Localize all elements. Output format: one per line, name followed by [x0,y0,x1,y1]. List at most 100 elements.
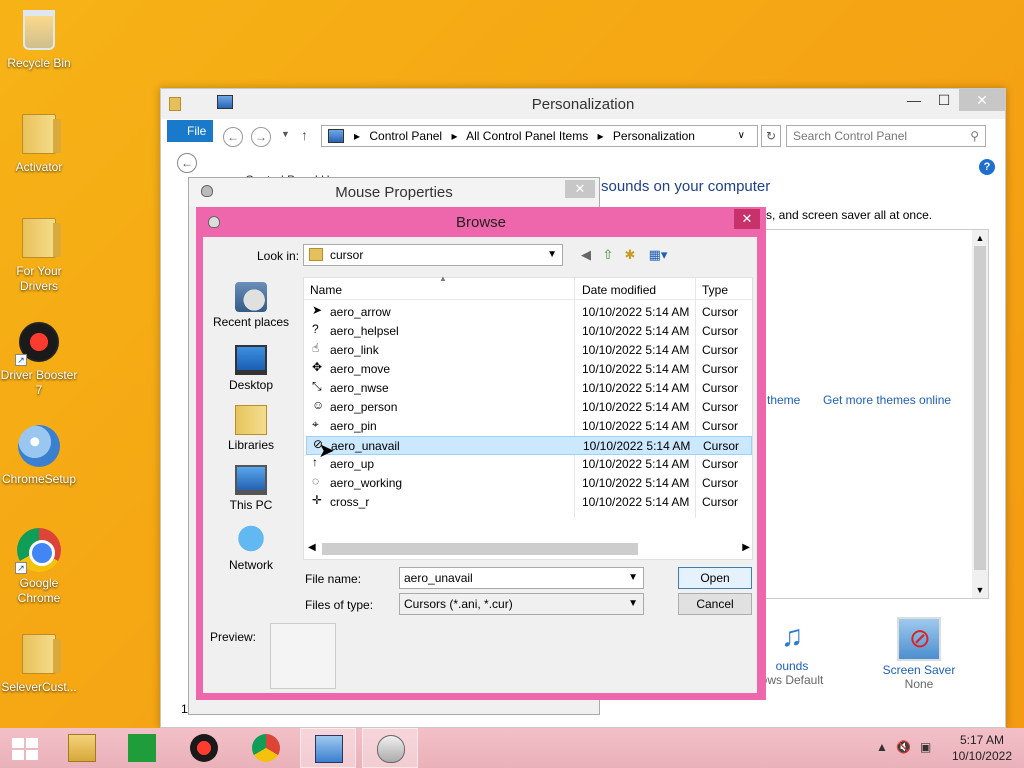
file-name: aero_helpsel [330,324,399,338]
file-row[interactable]: ✛ cross_r 10/10/2022 5:14 AM Cursor [306,493,752,512]
back-button[interactable]: ← [223,127,243,147]
title-bar[interactable]: Browse ✕ [196,207,766,237]
desktop-icon-google-chrome[interactable]: ↗ Google Chrome [0,528,78,606]
taskbar-driver-booster[interactable] [176,728,232,768]
taskbar-mouse-properties[interactable] [362,728,418,768]
column-name[interactable]: Name [310,283,342,297]
up-folder-icon[interactable]: ⇧ [599,247,617,263]
new-folder-icon[interactable]: ✱ [621,247,639,263]
file-row[interactable]: ⌖ aero_pin 10/10/2022 5:14 AM Cursor [306,417,752,436]
clock[interactable]: 5:17 AM 10/10/2022 [952,732,1012,764]
theme-link[interactable]: theme [767,393,800,407]
close-button[interactable]: ✕ [959,89,1005,111]
file-type: Cursor [702,400,739,414]
place-network[interactable]: Network [206,525,296,572]
breadcrumb-personalization[interactable]: Personalization [613,129,695,143]
taskbar-control-panel[interactable] [300,728,356,768]
place-recent[interactable]: Recent places [206,282,296,329]
forward-button[interactable]: → [251,127,271,147]
chevron-down-icon[interactable]: ▼ [628,568,638,588]
close-button[interactable]: ✕ [565,180,595,198]
taskbar-file-explorer[interactable] [54,728,110,768]
desktop-icon-recycle-bin[interactable]: Recycle Bin [0,8,78,71]
file-row[interactable]: ✥ aero_move 10/10/2022 5:14 AM Cursor [306,360,752,379]
taskbar-store[interactable] [114,728,170,768]
show-hidden-icons[interactable]: ▲ [876,740,888,754]
file-row[interactable]: ⊘ aero_unavail 10/10/2022 5:14 AM Cursor [306,436,752,455]
scroll-thumb[interactable] [974,246,986,570]
view-menu-icon[interactable]: ▦▾ [645,247,671,263]
recent-pages-chevron-icon[interactable]: ▼ [281,129,290,139]
scroll-thumb[interactable] [322,543,638,555]
themes-scrollbar[interactable]: ▲ ▼ [972,230,988,598]
file-row[interactable]: ↑ aero_up 10/10/2022 5:14 AM Cursor [306,455,752,474]
desktop-icon-chromesetup[interactable]: ChromeSetup [0,424,78,487]
sounds-label: ounds [775,659,809,673]
volume-muted-icon[interactable]: 🔇 [896,740,911,754]
browse-body: Look in: cursor ▼ ◀ ⇧ ✱ ▦▾ Recent places… [203,237,757,693]
network-icon[interactable]: ▣ [920,740,931,754]
file-tab[interactable]: File [167,120,213,142]
breadcrumb-all-items[interactable]: All Control Panel Items [466,129,588,143]
title-bar[interactable]: Personalization — ☐ ✕ [161,89,1005,119]
libraries-icon [235,405,267,435]
desktop-icon-activator[interactable]: Activator [0,112,78,175]
horizontal-scrollbar[interactable]: ◀ ▶ [306,540,752,557]
breadcrumb-sep: ▸ [597,129,604,143]
up-arrow-icon[interactable]: ↑ [301,127,308,143]
place-this-pc[interactable]: This PC [206,465,296,512]
window-title: Mouse Properties [335,184,453,201]
file-row[interactable]: ⤡ aero_nwse 10/10/2022 5:14 AM Cursor [306,379,752,398]
cursor-file-icon: ? [312,322,319,336]
title-bar[interactable]: Mouse Properties ✕ [189,178,599,206]
breadcrumb-control-panel[interactable]: Control Panel [369,129,442,143]
help-icon[interactable]: ? [979,159,995,175]
get-more-themes-link[interactable]: Get more themes online [823,393,951,407]
file-name: aero_link [330,343,379,357]
scroll-left-icon[interactable]: ◀ [308,542,316,553]
sounds-value: ows Default [760,673,824,687]
network-icon [235,525,267,555]
desktop-icon-driver-booster[interactable]: ↗ Driver Booster 7 [0,320,78,398]
file-row[interactable]: ☝ aero_link 10/10/2022 5:14 AM Cursor [306,341,752,360]
search-input[interactable]: Search Control Panel ⚲ [786,125,986,147]
open-button[interactable]: Open [678,567,752,589]
minimize-button[interactable]: — [899,89,929,111]
address-row: ← → ▼ ↑ ▸ Control Panel ▸ All Control Pa… [211,125,986,149]
file-type-select[interactable]: Cursors (*.ani, *.cur) ▼ [399,593,644,615]
scroll-down-icon[interactable]: ▼ [972,582,988,598]
back-icon[interactable]: ◀ [577,247,595,263]
folder-icon [17,216,61,260]
column-type[interactable]: Type [702,283,728,297]
search-placeholder: Search Control Panel [793,129,908,143]
address-dropdown-icon[interactable]: ∨ [738,126,745,146]
file-date: 10/10/2022 5:14 AM [582,457,690,471]
cursor-file-icon: ⌖ [312,417,319,431]
file-name-input[interactable]: aero_unavail ▼ [399,567,644,589]
close-button[interactable]: ✕ [734,209,760,229]
start-button[interactable] [12,738,38,760]
file-row[interactable]: ☺ aero_person 10/10/2022 5:14 AM Cursor [306,398,752,417]
scroll-up-icon[interactable]: ▲ [972,230,988,246]
refresh-button[interactable]: ↻ [761,125,781,147]
place-desktop[interactable]: Desktop [206,345,296,392]
column-date[interactable]: Date modified [582,283,656,297]
scroll-right-icon[interactable]: ▶ [742,542,750,553]
maximize-button[interactable]: ☐ [929,89,959,111]
address-bar[interactable]: ▸ Control Panel ▸ All Control Panel Item… [321,125,758,147]
back-button-faded[interactable]: ← [177,153,197,173]
screen-saver-item[interactable]: Screen Saver None [879,617,959,691]
file-row[interactable]: ? aero_helpsel 10/10/2022 5:14 AM Cursor [306,322,752,341]
desktop-icon-selevercust[interactable]: SeleverCust... [0,632,78,695]
place-libraries[interactable]: Libraries [206,405,296,452]
file-name: aero_unavail [331,439,400,453]
taskbar-chrome[interactable] [238,728,294,768]
look-in-dropdown[interactable]: cursor ▼ [303,244,563,266]
cancel-button[interactable]: Cancel [678,593,752,615]
sounds-item[interactable]: ♫ ounds ows Default [757,617,827,687]
desktop-icon-for-your-drivers[interactable]: For Your Drivers [0,216,78,294]
desktop-icon-label: Driver Booster 7 [0,368,78,397]
file-row[interactable]: ◌ aero_working 10/10/2022 5:14 AM Cursor [306,474,752,493]
file-date: 10/10/2022 5:14 AM [582,305,690,319]
file-row[interactable]: ➤ aero_arrow 10/10/2022 5:14 AM Cursor [306,303,752,322]
